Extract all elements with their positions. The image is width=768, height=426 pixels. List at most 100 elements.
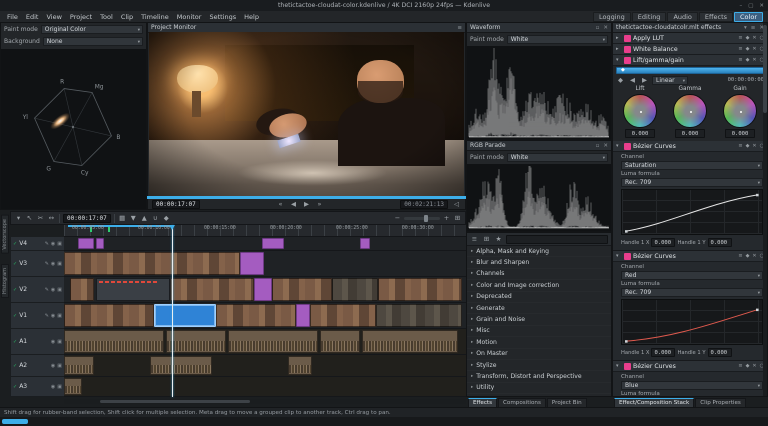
delete-effect-icon[interactable]: ✕ xyxy=(752,46,756,52)
timeline-clip[interactable] xyxy=(262,238,284,249)
track-header-a2[interactable]: ✓ A2 ◉ ▣ xyxy=(10,355,64,377)
track-active-check-icon[interactable]: ✓ xyxy=(13,287,17,293)
insert-zone-icon[interactable]: ▼ xyxy=(129,214,138,222)
timeline-playhead[interactable] xyxy=(169,225,175,397)
menu-project[interactable]: Project xyxy=(66,13,96,21)
menu-timeline[interactable]: Timeline xyxy=(137,13,173,21)
track-lane-v3[interactable] xyxy=(64,251,466,277)
skip-end-icon[interactable]: » xyxy=(315,200,324,208)
handle-x-input[interactable]: 0.000 xyxy=(651,348,676,357)
timeline-clip[interactable] xyxy=(154,304,216,327)
zoom-in-icon[interactable]: + xyxy=(442,214,451,222)
timeline-clip[interactable] xyxy=(96,238,104,249)
timeline-clip[interactable] xyxy=(320,330,360,353)
timeline-clip[interactable] xyxy=(378,278,462,301)
timeline-clip[interactable] xyxy=(78,238,94,249)
track-active-check-icon[interactable]: ✓ xyxy=(13,261,17,267)
frame-back-icon[interactable]: ◀ xyxy=(289,200,298,208)
lock-track-icon[interactable]: ▣ xyxy=(57,287,62,293)
effect-category[interactable]: ▸ On Master xyxy=(467,349,611,360)
timeline-hscrollbar[interactable] xyxy=(64,399,466,404)
track-lane-a3[interactable] xyxy=(64,377,466,397)
timeline-clip[interactable] xyxy=(216,304,296,327)
presets-icon[interactable]: ≡ xyxy=(738,143,742,149)
workspace-logging[interactable]: Logging xyxy=(593,11,631,22)
timeline-clip[interactable] xyxy=(64,378,82,395)
track-active-check-icon[interactable]: ✓ xyxy=(13,313,17,319)
lock-track-icon[interactable]: ▣ xyxy=(57,339,62,345)
track-header-v4[interactable]: ✓ V4 ✎ ◉ ▣ xyxy=(10,237,64,251)
keyframe-interp-select[interactable]: Linear xyxy=(652,75,688,85)
hide-track-icon[interactable]: ◉ xyxy=(51,287,55,293)
timeline-clip[interactable] xyxy=(64,330,164,353)
collapse-icon[interactable]: ▾ xyxy=(616,143,622,149)
vectorscope-paint-mode-select[interactable]: Original Color xyxy=(40,24,143,34)
channel-select[interactable]: Saturation xyxy=(621,161,763,170)
effect-category[interactable]: ▸ Blur and Sharpen xyxy=(467,257,611,268)
effect-category[interactable]: ▸ Motion xyxy=(467,337,611,348)
effect-category[interactable]: ▸ Stylize xyxy=(467,360,611,371)
tab-effect-composition-stack[interactable]: Effect/Composition Stack xyxy=(614,398,695,407)
handle-y-input[interactable]: 0.000 xyxy=(707,348,732,357)
keyframe-ruler[interactable] xyxy=(616,67,764,74)
timeline-timecode[interactable]: 00:00:17:07 xyxy=(63,213,111,223)
mute-track-icon[interactable]: ◉ xyxy=(51,339,55,345)
effect-header-2[interactable]: ▾ Lift/gamma/gain ≡ ◆ ✕ ○ xyxy=(613,55,767,66)
track-header-v1[interactable]: ✓ V1 ✎ ◉ ▣ xyxy=(10,303,64,329)
track-effects-icon[interactable]: ✎ xyxy=(45,287,49,293)
delete-effect-icon[interactable]: ✕ xyxy=(752,57,756,63)
color-wheel-gamma[interactable] xyxy=(673,94,707,128)
workspace-effects[interactable]: Effects xyxy=(698,11,734,22)
effect-header-1[interactable]: ▸ White Balance ≡ ◆ ✕ ○ xyxy=(613,44,767,55)
track-active-check-icon[interactable]: ✓ xyxy=(13,384,17,390)
lock-track-icon[interactable]: ▣ xyxy=(57,363,62,369)
monitor-current-timecode[interactable]: 00:00:17:07 xyxy=(152,199,200,209)
collapse-icon[interactable]: ▾ xyxy=(616,363,622,369)
timeline-clip[interactable] xyxy=(70,278,94,301)
timeline-clip[interactable] xyxy=(240,252,264,275)
menu-help[interactable]: Help xyxy=(240,13,263,21)
presets-icon[interactable]: ≡ xyxy=(738,46,742,52)
mute-track-icon[interactable]: ◉ xyxy=(51,384,55,390)
float-icon[interactable]: ▫ xyxy=(596,143,600,149)
hide-track-icon[interactable]: ◉ xyxy=(51,261,55,267)
expand-icon[interactable]: ▸ xyxy=(616,46,622,52)
float-icon[interactable]: ▫ xyxy=(596,25,600,31)
track-lane-v1[interactable] xyxy=(64,303,466,329)
delete-effect-icon[interactable]: ✕ xyxy=(752,143,756,149)
workspace-color[interactable]: Color xyxy=(734,11,763,22)
close-icon[interactable]: ✕ xyxy=(603,25,608,31)
timeline-clip[interactable] xyxy=(64,356,94,375)
timeline-clip[interactable] xyxy=(360,238,370,249)
track-active-check-icon[interactable]: ✓ xyxy=(13,339,17,345)
keyframes-icon[interactable]: ◆ xyxy=(746,143,750,149)
lock-track-icon[interactable]: ▣ xyxy=(57,261,62,267)
timeline-clip[interactable] xyxy=(332,278,378,301)
luma-formula-select[interactable]: Rec. 709 xyxy=(621,288,763,297)
effect-category[interactable]: ▸ Generate xyxy=(467,303,611,314)
timeline-clip[interactable] xyxy=(96,278,170,301)
next-keyframe-icon[interactable]: ▶ xyxy=(640,76,649,84)
luma-formula-select[interactable]: Rec. 709 xyxy=(621,178,763,187)
effect-category[interactable]: ▸ Utility xyxy=(467,383,611,394)
timeline-ruler[interactable]: 00:00:05:00 00:00:10:00 00:00:15:00 00:00:2… xyxy=(64,225,466,237)
effect-category[interactable]: ▸ Grain and Noise xyxy=(467,314,611,325)
timeline-marker[interactable] xyxy=(108,227,110,232)
snap-magnet-icon[interactable]: ∪ xyxy=(151,214,160,222)
monitor-menu-icon[interactable]: ≡ xyxy=(457,25,462,31)
effect-category[interactable]: ▸ Color and Image correction xyxy=(467,280,611,291)
track-lane-a2[interactable] xyxy=(64,355,466,377)
timeline-clip[interactable] xyxy=(288,356,312,375)
timeline-clip[interactable] xyxy=(296,304,310,327)
waveform-paint-mode-select[interactable]: White xyxy=(506,34,608,44)
collapse-icon[interactable]: ▾ xyxy=(616,253,622,259)
timeline-clip[interactable] xyxy=(166,330,226,353)
collapse-all-icon[interactable]: ▾ xyxy=(744,25,747,31)
workspace-editing[interactable]: Editing xyxy=(631,11,667,22)
wheel-value-input[interactable]: 0.000 xyxy=(725,129,755,138)
track-header-v3[interactable]: ✓ V3 ✎ ◉ ▣ xyxy=(10,251,64,277)
menu-view[interactable]: View xyxy=(42,13,65,21)
lock-track-icon[interactable]: ▣ xyxy=(57,313,62,319)
timeline-clip[interactable] xyxy=(64,304,154,327)
tab-project-bin[interactable]: Project Bin xyxy=(546,398,587,407)
